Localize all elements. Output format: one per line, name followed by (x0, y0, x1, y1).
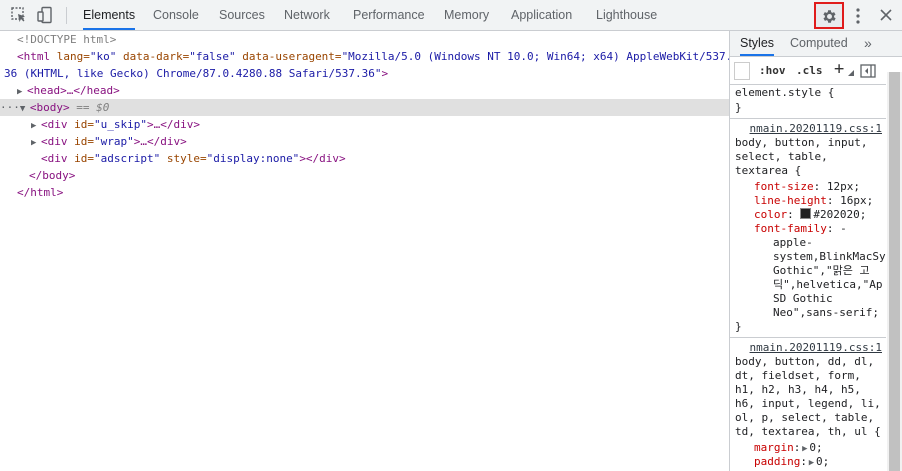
styles-pane: Styles Computed » :hov .cls + element.st… (730, 31, 902, 471)
expand-triangle-icon[interactable]: ▶ (31, 135, 41, 152)
rule2-prop[interactable]: margin: ▶ 0; (754, 441, 823, 455)
rule1-prop-value: Gothic","맑은 고 (773, 264, 870, 277)
tab-memory[interactable]: Memory (444, 0, 489, 30)
rule1-prop[interactable]: font-family: - (754, 222, 847, 236)
rule1-prop[interactable]: line-height: 16px; (754, 194, 873, 208)
rule1-prop-value: Neo",sans-serif; (773, 306, 879, 319)
dom-node-div-adscript[interactable]: <div id="adscript" style="display:none">… (41, 150, 770, 167)
dom-node-body-close[interactable]: </body> (29, 167, 758, 184)
dom-node-head[interactable]: ▶ <head>…</head> (17, 82, 746, 99)
collapse-triangle-icon[interactable]: ▼ (20, 101, 30, 118)
corner-icon (848, 70, 854, 76)
tab-performance[interactable]: Performance (353, 0, 425, 30)
settings-button[interactable] (814, 2, 844, 29)
rule2-source-link[interactable]: nmain.20201119.css:1 (750, 341, 882, 355)
element-style-selector[interactable]: element.style { (735, 86, 834, 100)
rule2-selector[interactable]: td, textarea, th, ul { (735, 425, 881, 439)
cls-button[interactable]: .cls (796, 64, 823, 77)
toggle-sidebar-icon[interactable] (860, 64, 876, 78)
tab-styles[interactable]: Styles (740, 31, 775, 56)
tab-elements[interactable]: Elements (83, 0, 136, 30)
rule1-prop[interactable]: color: #202020; (754, 208, 866, 222)
new-rule-button[interactable]: + (834, 59, 844, 79)
toolbar-divider (66, 7, 67, 24)
node-actions-icon[interactable]: ··· (0, 101, 20, 114)
rule2-prop[interactable]: padding: ▶ 0; (754, 455, 829, 469)
rule1-selector[interactable]: textarea { (735, 164, 801, 178)
elements-tree[interactable]: <!DOCTYPE html> <html lang="ko" data-dar… (0, 31, 732, 471)
rule1-selector[interactable]: select, table, (735, 150, 828, 164)
rule1-prop[interactable]: font-size: 12px; (754, 180, 860, 194)
tab-lighthouse[interactable]: Lighthouse (596, 0, 657, 30)
tab-computed[interactable]: Computed (790, 31, 848, 55)
scrollbar-thumb[interactable] (889, 72, 900, 471)
dom-node-html-wrap: 36 (KHTML, like Gecko) Chrome/87.0.4280.… (4, 67, 389, 80)
inspect-element-icon[interactable] (10, 6, 28, 24)
hov-button[interactable]: :hov (759, 64, 786, 77)
tab-console[interactable]: Console (153, 0, 199, 30)
dom-node-div-u-skip[interactable]: ▶ <div id="u_skip">…</div> (31, 116, 760, 133)
rule1-source-link[interactable]: nmain.20201119.css:1 (750, 122, 882, 136)
rule-separator (730, 337, 886, 338)
close-icon[interactable] (878, 7, 894, 23)
rule1-prop-value: apple- (773, 236, 813, 249)
device-toolbar-icon[interactable] (36, 6, 54, 24)
rule2-selector[interactable]: h6, input, legend, li, (735, 397, 881, 411)
filter-input[interactable] (734, 62, 750, 80)
tab-network[interactable]: Network (284, 0, 330, 30)
tab-application[interactable]: Application (511, 0, 572, 30)
rule2-selector[interactable]: dt, fieldset, form, (735, 369, 861, 383)
rule2-selector[interactable]: body, button, dd, dl, (735, 355, 874, 369)
styles-filter-bar: :hov .cls + (730, 57, 886, 85)
gear-icon (823, 10, 836, 23)
dom-node-doctype[interactable]: <!DOCTYPE html> (17, 31, 746, 48)
devtools-toolbar: Elements Console Sources Network Perform… (0, 0, 902, 31)
color-swatch-icon[interactable] (800, 208, 812, 219)
rule1-prop-value: 딕",helvetica,"Ap (773, 278, 883, 291)
rule1-prop-value: SD Gothic (773, 292, 833, 305)
tab-sources[interactable]: Sources (219, 0, 265, 30)
rule2-selector[interactable]: ol, p, select, table, (735, 411, 874, 425)
expand-triangle-icon[interactable]: ▶ (807, 456, 816, 470)
rule-separator (730, 118, 886, 119)
element-style-close: } (735, 101, 742, 114)
dom-node-body[interactable]: ···▼ <body> == $0 (0, 99, 729, 116)
more-tabs-icon[interactable]: » (864, 31, 872, 55)
styles-scrollbar[interactable] (887, 72, 902, 471)
rule1-selector[interactable]: body, button, input, (735, 136, 867, 150)
rule2-selector[interactable]: h1, h2, h3, h4, h5, (735, 383, 861, 397)
rule1-prop-value: system,BlinkMacSy (773, 250, 886, 263)
dom-node-html[interactable]: <html lang="ko" data-dark="false" data-u… (17, 48, 746, 65)
more-options-icon[interactable] (853, 7, 863, 25)
dom-node-div-wrap[interactable]: ▶ <div id="wrap">…</div> (31, 133, 760, 150)
dom-node-html-close[interactable]: </html> (17, 184, 746, 201)
styles-tabbar: Styles Computed » (730, 31, 902, 57)
rule1-close: } (735, 320, 742, 333)
